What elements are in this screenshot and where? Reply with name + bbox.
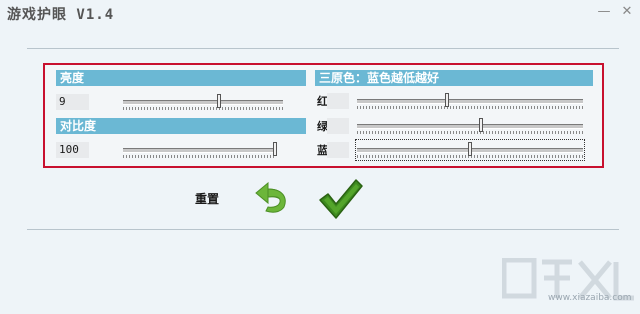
slider-ticks xyxy=(357,106,583,109)
slider-thumb[interactable] xyxy=(273,142,277,156)
top-divider xyxy=(27,48,619,49)
slider-thumb[interactable] xyxy=(217,94,221,108)
contrast-slider[interactable] xyxy=(123,141,277,159)
reset-button[interactable]: 重置 xyxy=(195,190,219,207)
blue-value-box xyxy=(327,142,349,158)
green-value-box xyxy=(327,118,349,134)
settings-group: 亮度 9 对比度 100 三原色：蓝色越低越好 红 绿 蓝 xyxy=(43,63,604,168)
slider-thumb[interactable] xyxy=(445,93,450,107)
green-slider[interactable] xyxy=(357,117,583,135)
close-button[interactable]: ✕ xyxy=(618,3,636,21)
contrast-header: 对比度 xyxy=(56,118,306,134)
blue-slider[interactable] xyxy=(355,139,585,161)
contrast-value: 100 xyxy=(56,142,89,158)
slider-track xyxy=(123,148,275,153)
title-bar: 游戏护眼 V1.4 — ✕ xyxy=(0,0,640,26)
watermark-url: www.xiazaiba.com xyxy=(548,293,632,303)
window-title: 游戏护眼 V1.4 xyxy=(7,7,115,23)
undo-arrow-icon[interactable] xyxy=(254,177,294,217)
slider-track xyxy=(123,100,283,105)
brightness-slider[interactable] xyxy=(123,93,283,111)
slider-ticks xyxy=(123,107,283,110)
slider-ticks xyxy=(123,155,275,158)
slider-thumb[interactable] xyxy=(479,118,484,132)
red-value-box xyxy=(327,93,349,109)
minimize-button[interactable]: — xyxy=(595,3,613,21)
red-slider[interactable] xyxy=(357,92,583,110)
rgb-header: 三原色：蓝色越低越好 xyxy=(315,70,593,86)
checkmark-icon[interactable] xyxy=(318,178,364,220)
slider-ticks xyxy=(357,131,583,134)
brightness-value: 9 xyxy=(56,94,89,110)
bottom-divider xyxy=(27,229,619,230)
slider-track xyxy=(357,124,583,129)
slider-track xyxy=(357,99,583,104)
slider-thumb[interactable] xyxy=(468,142,472,156)
brightness-header: 亮度 xyxy=(56,70,306,86)
